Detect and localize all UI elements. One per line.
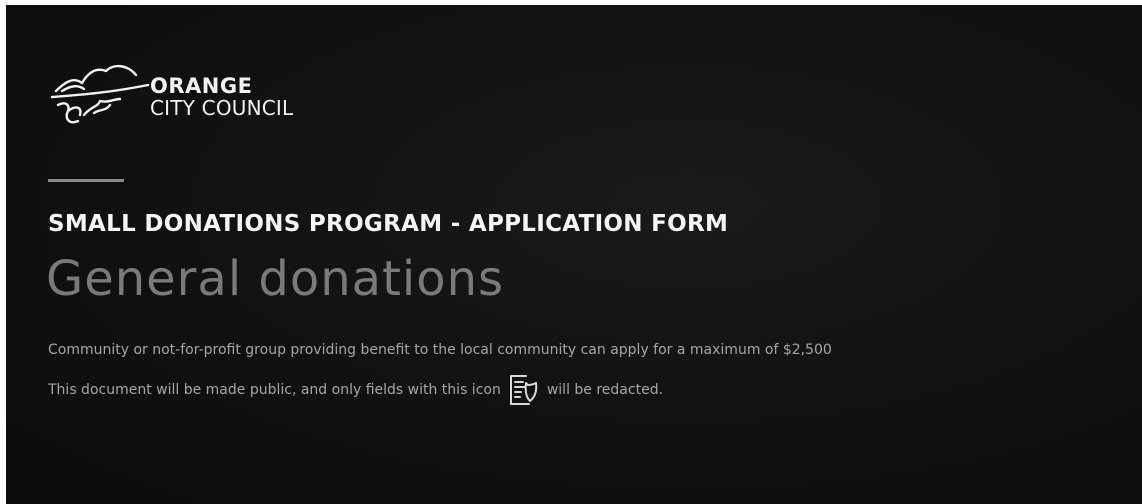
header-banner: ORANGE CITY COUNCIL SMALL DONATIONS PROG… (6, 5, 1142, 504)
council-logo: ORANGE CITY COUNCIL (48, 55, 293, 135)
form-subtitle: General donations (46, 251, 505, 307)
redaction-notice: This document will be made public, and o… (48, 373, 663, 407)
notice-text-after: will be redacted. (546, 382, 664, 398)
redacted-document-icon (509, 375, 538, 405)
program-title: SMALL DONATIONS PROGRAM - APPLICATION FO… (48, 211, 729, 237)
section-divider (48, 179, 124, 182)
eligibility-text: Community or not-for-profit group provid… (48, 342, 832, 358)
orange-city-council-logo-icon (50, 64, 150, 124)
logo-name-line2: CITY COUNCIL (150, 96, 294, 120)
notice-text-before: This document will be made public, and o… (48, 382, 501, 398)
logo-name-line1: ORANGE (150, 74, 253, 98)
